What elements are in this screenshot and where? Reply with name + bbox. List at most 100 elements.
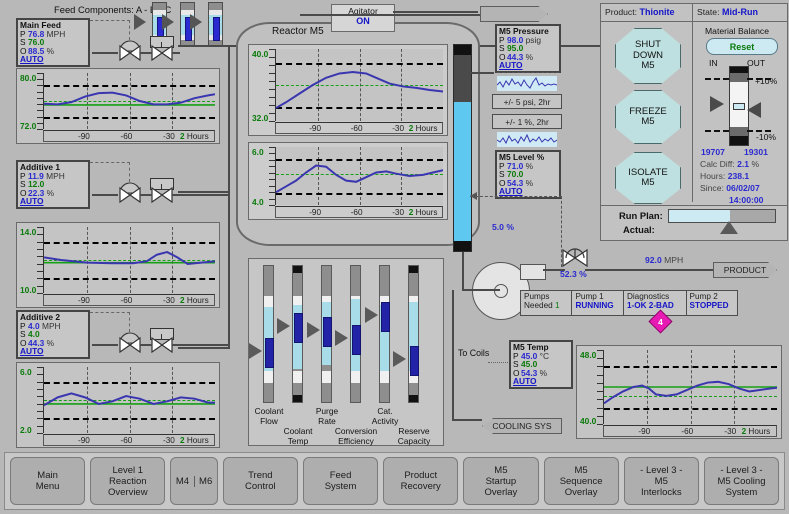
control-link-0 [90,20,130,22]
agitator-box[interactable]: Agitator ON [331,4,395,32]
main-feed-faceplate[interactable]: Main Feed P 76.8 MPH S 76.0 O88.5 % AUTO [16,18,90,67]
trend-x-axis: -90 -60 -30 2 Hours [43,294,215,306]
m5-pressure-faceplate[interactable]: M5 Pressure P 98.0 psig S 95.0 O44.3 % AUT… [495,24,561,73]
fp-mode[interactable]: AUTO [20,197,86,206]
pump2-state: STOPPED [689,301,729,310]
nav-button-9[interactable]: - Level 3 - M5 Cooling System [703,457,780,505]
gauge-label-0: Coolant Flow [254,406,284,426]
gauge-bar-1[interactable] [292,265,303,403]
nav-button-2[interactable]: M4 M6 [170,457,218,505]
gauge-bar-2[interactable] [321,265,332,403]
nav-button-4[interactable]: Feed System [302,457,379,505]
trend-ymin: 10.0 [20,285,37,295]
pump-suction-riser [462,252,464,290]
nav-button-7[interactable]: M5 Sequence Overlay [543,457,619,505]
diagnostics-cell[interactable]: Diagnostics 1-OK 2-BAD [624,291,687,315]
trend-ymin: 72.0 [20,121,37,131]
isolate-m5-button[interactable]: ISOLATE M5 [615,152,681,204]
additive-1-trend[interactable]: Additive 1 MPH14.010.0-90-60-302 Hours [16,222,220,308]
gauge-pv-marker-3 [352,325,361,356]
additive-2-faceplate[interactable]: Additive 2 P 4.0 MPH S 4.0 O44.3 % AUTO [16,310,90,359]
nav-button-1[interactable]: Level 1 Reaction Overview [90,457,166,505]
fp-mode[interactable]: AUTO [513,377,569,386]
control-link-v-2 [129,312,131,332]
gauge-bar-0[interactable] [263,265,274,403]
additive1-pipe [178,191,230,193]
x-tick: -30 [392,124,405,133]
calc-diff-value: 2.1 [737,159,750,169]
temperature-trend-chart[interactable]: Temperature °C48.040.0-90-60-302 Hours [576,345,782,439]
product-tag[interactable]: PRODUCT [713,262,777,278]
gauge-bar-4[interactable] [379,265,390,403]
trend-x-axis: -90 -60 -30 2 Hours [603,425,777,437]
pumps-needed-label: Pumps [524,292,550,301]
x-tick: -60 [350,208,363,217]
cooling-sys-tag[interactable]: COOLING SYS [482,418,562,434]
since-date: 06/02/07 [726,183,760,193]
gauge-bar-5[interactable] [408,265,419,403]
gauge-label-1: Coolant Temp [283,426,313,446]
to-coils-label: To Coils [458,348,490,358]
material-balance-title: Material Balance [705,26,770,36]
pump1-label: Pump 1 [575,292,604,301]
pumps-needed-cell[interactable]: Pumps Needed 1 [521,291,573,315]
m5-level-faceplate[interactable]: M5 Level % P 71.0 % S 70.0 O54.3 % AUTO [495,150,561,199]
feed-control-valve-2[interactable] [118,336,142,356]
trend-x-axis: -90 -60 -30 2 Hours [43,434,215,446]
trend-x-axis: -90 -60 -30 2 Hours [275,206,443,218]
fp-pv-unit: % [525,160,534,171]
freeze-m5-button[interactable]: FREEZE M5 [615,90,681,144]
btn-label: FREEZE M5 [629,105,667,127]
pump2-cell[interactable]: Pump 2 STOPPED [687,291,737,315]
feed-pipe-a-1 [92,194,118,196]
x-tick: -30 [724,427,737,436]
feed-control-valve-1[interactable] [118,186,142,206]
x-tick: -90 [638,427,651,436]
trend-ymin: 32.0 [252,113,269,123]
nav-button-m4[interactable]: M4 [171,475,195,487]
gauge-label-4: Cat. Activity [371,406,399,426]
nav-button-6[interactable]: M5 Startup Overlay [463,457,539,505]
state-value: Mid-Run [721,7,758,17]
main-feed-trend[interactable]: Main Feed MPH80.072.0-90-60-302 Hours [16,68,220,144]
shutdown-m5-button[interactable]: SHUT DOWN M5 [615,28,681,84]
trend-ymin: 2.0 [20,425,32,435]
nav-button-8[interactable]: - Level 3 - M5 Interlocks [623,457,699,505]
hand-valve-1[interactable] [150,186,174,206]
trend-ymax: 6.0 [252,147,264,157]
deviation-button-1[interactable]: +/- 5 psi, 2hr [492,94,562,109]
feed-tank-3[interactable] [208,2,223,46]
pump1-cell[interactable]: Pump 1 RUNNING [572,291,624,315]
m5-temp-faceplate[interactable]: M5 Temp P 45.0 °C S 45.0 O54.3 % AUTO [509,340,573,389]
gauge-pointer-icon-3 [335,330,348,347]
nav-button-5[interactable]: Product Recovery [383,457,459,505]
product-control-valve[interactable] [561,248,589,270]
pump2-label: Pump 2 [689,292,718,301]
hand-valve-2[interactable] [150,336,174,356]
since-row: Since: 06/02/07 [700,183,760,193]
fp-mode[interactable]: AUTO [499,187,557,196]
nav-button-3[interactable]: Trend Control [222,457,298,505]
fp-mode[interactable]: AUTO [20,55,86,64]
level-sparkline[interactable] [496,132,558,147]
vent-sys-tag[interactable] [480,6,548,22]
pump-discharge-pipe [543,269,565,271]
gauge-bar-3[interactable] [350,265,361,403]
feed-control-valve-0[interactable] [118,44,142,64]
trend-x-axis: -90 -60 -30 2 Hours [275,122,443,134]
x-tick: -30 [163,132,175,141]
nav-button-0[interactable]: Main Menu [10,457,86,505]
pressure-sparkline[interactable] [496,76,558,91]
reactor-chart-0[interactable]: Analysis: Purity %40.032.0-90-60-302 Hou… [248,44,448,136]
feed-pipe-b-0 [140,52,152,54]
additive-2-trend[interactable]: Additive 2 MPH6.02.0-90-60-302 Hours [16,362,220,448]
nav-button-m6[interactable]: M6 [195,476,217,487]
material-balance-reset-button[interactable]: Reset [706,38,778,55]
fp-mode[interactable]: AUTO [499,61,557,70]
actual-pointer-icon [720,221,739,234]
hand-valve-0[interactable] [150,44,174,64]
reactor-chart-1[interactable]: Analysis: Inhibitor Concentration %6.04.… [248,142,448,220]
additive-1-faceplate[interactable]: Additive 1 P 11.9 MPH S 12.0 O22.3 % AUTO [16,160,90,209]
fp-mode[interactable]: AUTO [20,347,86,356]
deviation-button-2[interactable]: +/- 1 %, 2hr [492,114,562,129]
